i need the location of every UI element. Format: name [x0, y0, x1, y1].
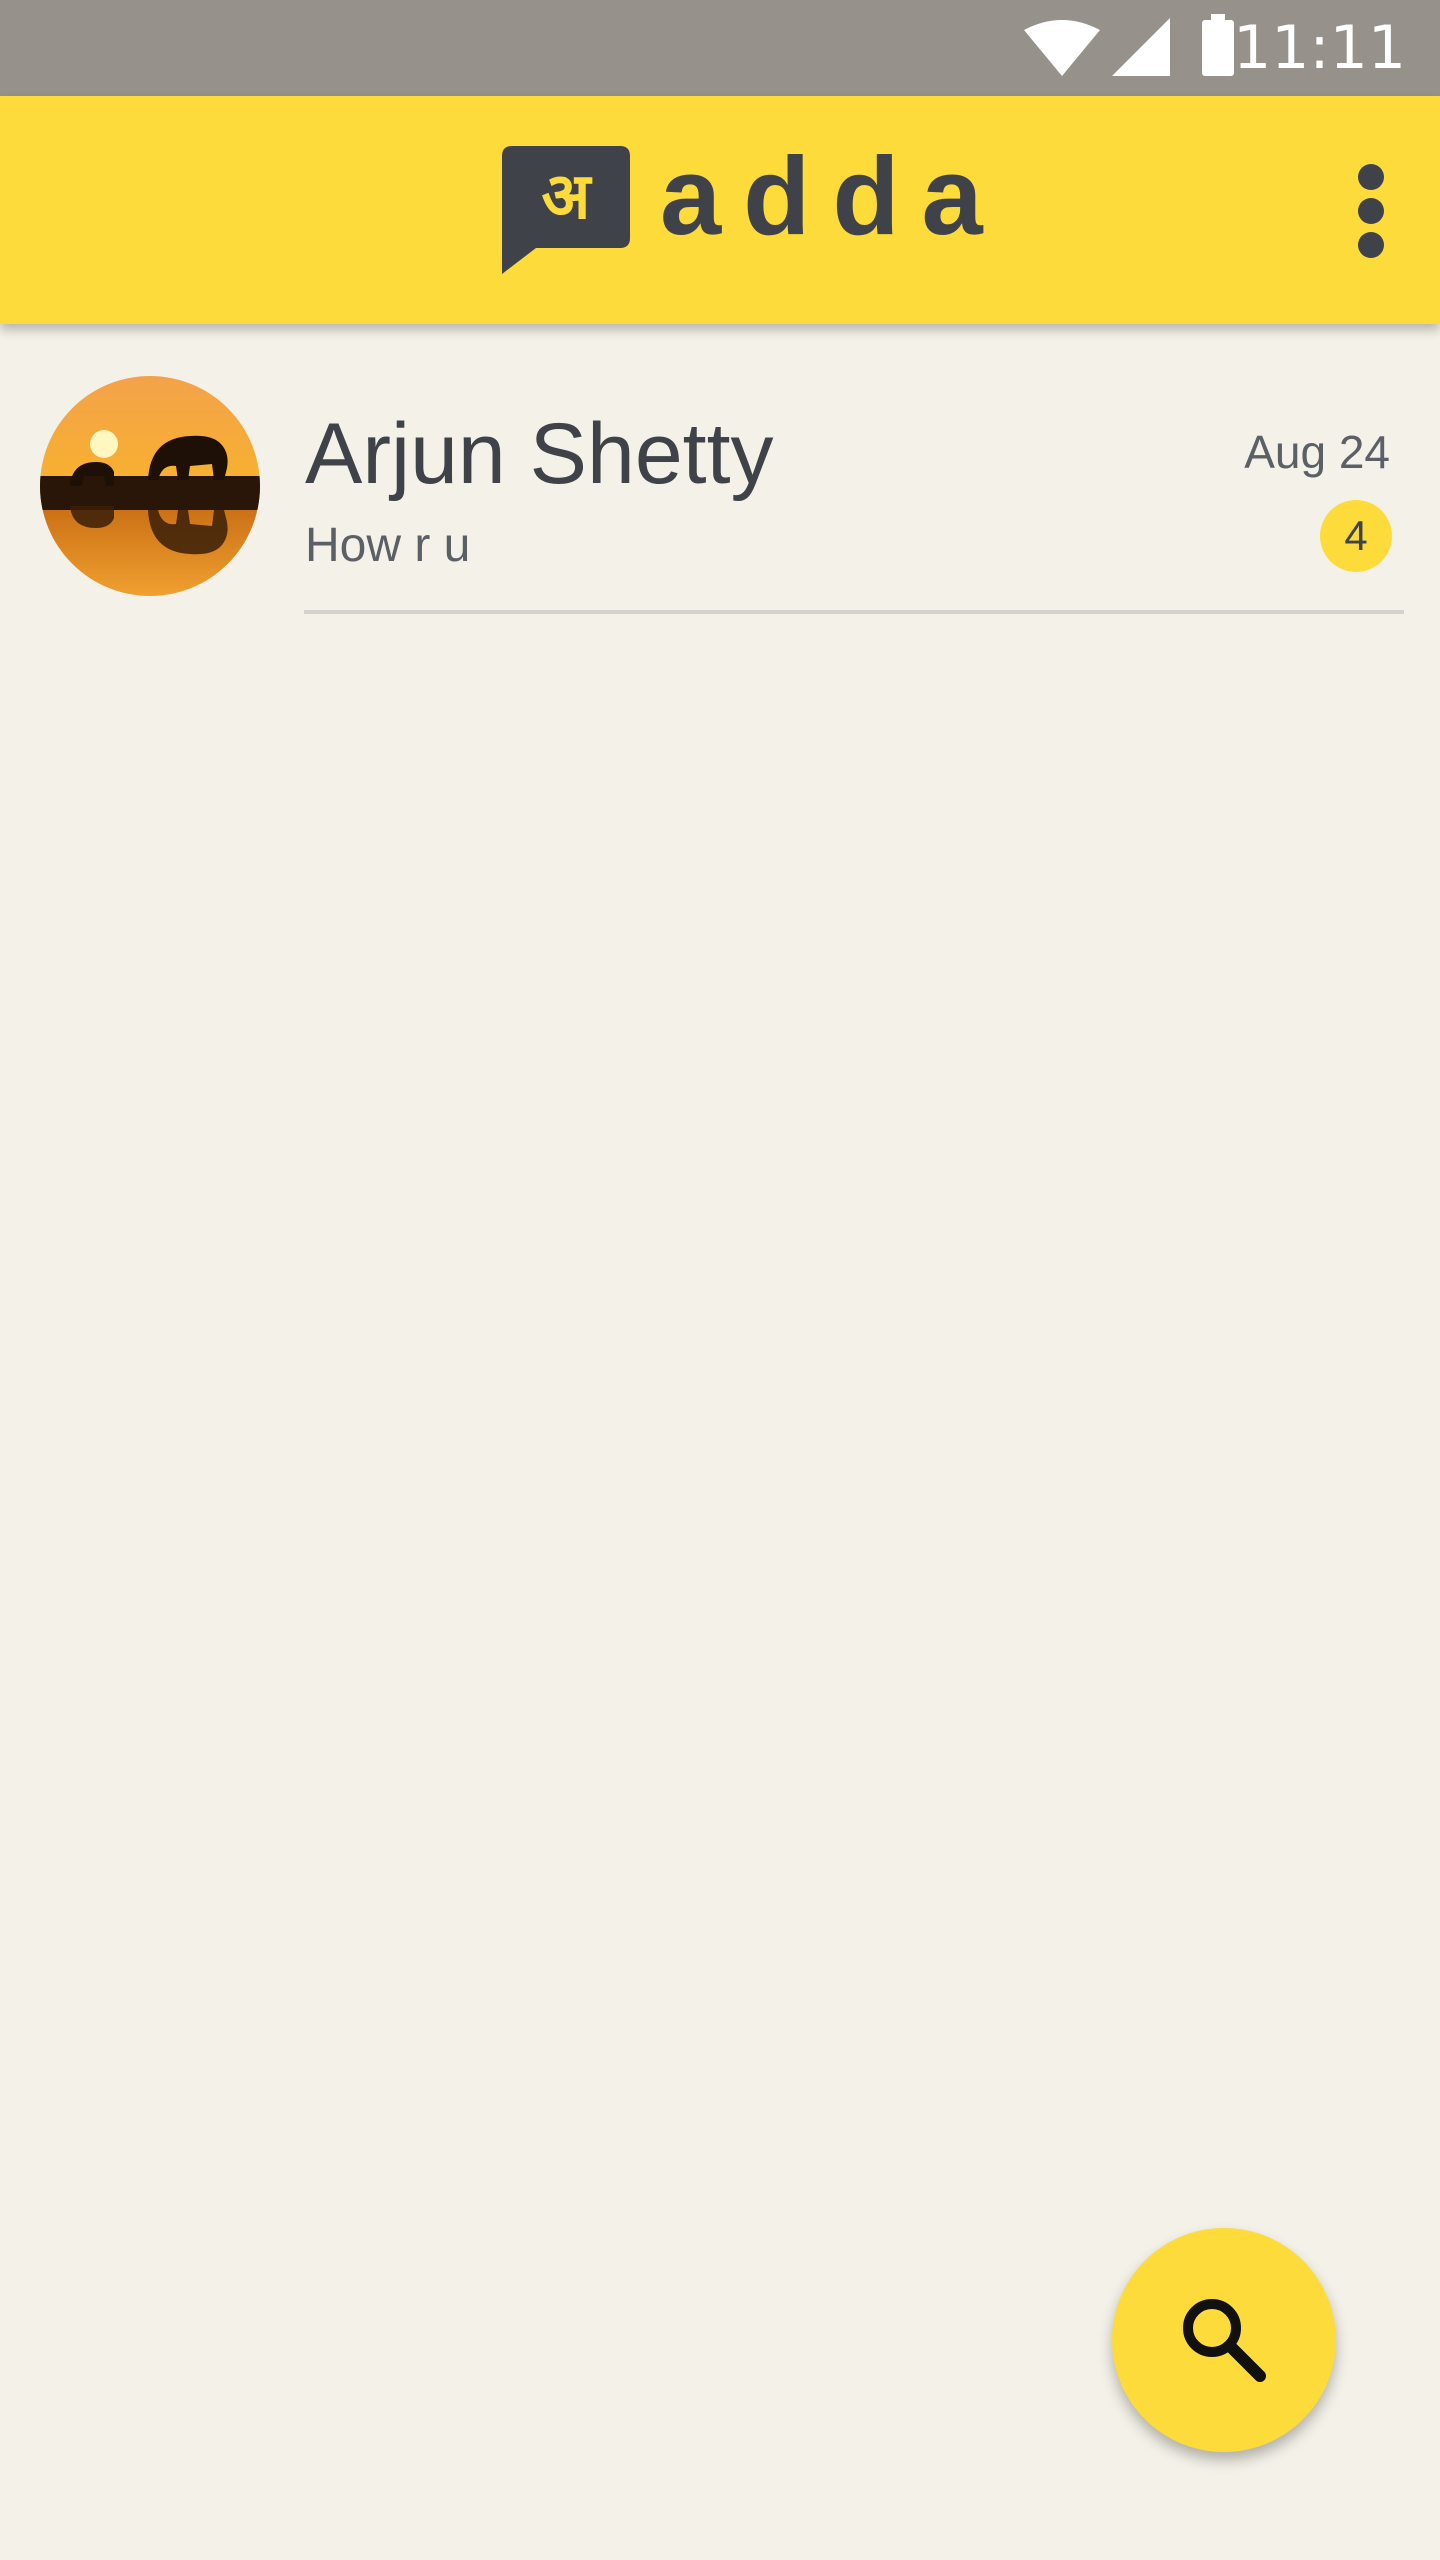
more-vert-icon: [1358, 232, 1384, 258]
chat-contact-name: Arjun Shetty: [305, 406, 774, 502]
battery-icon: [1202, 14, 1234, 76]
chat-message-preview: How r u: [305, 519, 471, 572]
unread-count-badge: 4: [1320, 500, 1392, 572]
more-vert-icon: [1358, 164, 1384, 190]
status-bar: 11:11: [0, 0, 1440, 96]
logo-glyph: अ: [542, 160, 593, 234]
more-vert-icon: [1358, 198, 1384, 224]
cellular-signal-icon: [1112, 18, 1170, 76]
chat-bubble-logo-icon: अ: [502, 146, 630, 274]
app-title: adda: [660, 135, 1005, 258]
status-time: 11:11: [1233, 13, 1406, 83]
avatar[interactable]: [40, 376, 260, 596]
search-icon: [1183, 2299, 1266, 2382]
app-bar: अ adda: [0, 96, 1440, 324]
wifi-icon: [1024, 20, 1100, 76]
more-options-button[interactable]: [1328, 156, 1414, 266]
divider: [304, 610, 1404, 614]
chat-list-item[interactable]: Arjun Shetty How r u Aug 24 4: [0, 324, 1440, 614]
chat-date: Aug 24: [1244, 426, 1390, 478]
search-fab-button[interactable]: [1112, 2228, 1336, 2452]
status-icons: [1024, 14, 1234, 76]
elephant-sunset-avatar: [40, 376, 260, 596]
